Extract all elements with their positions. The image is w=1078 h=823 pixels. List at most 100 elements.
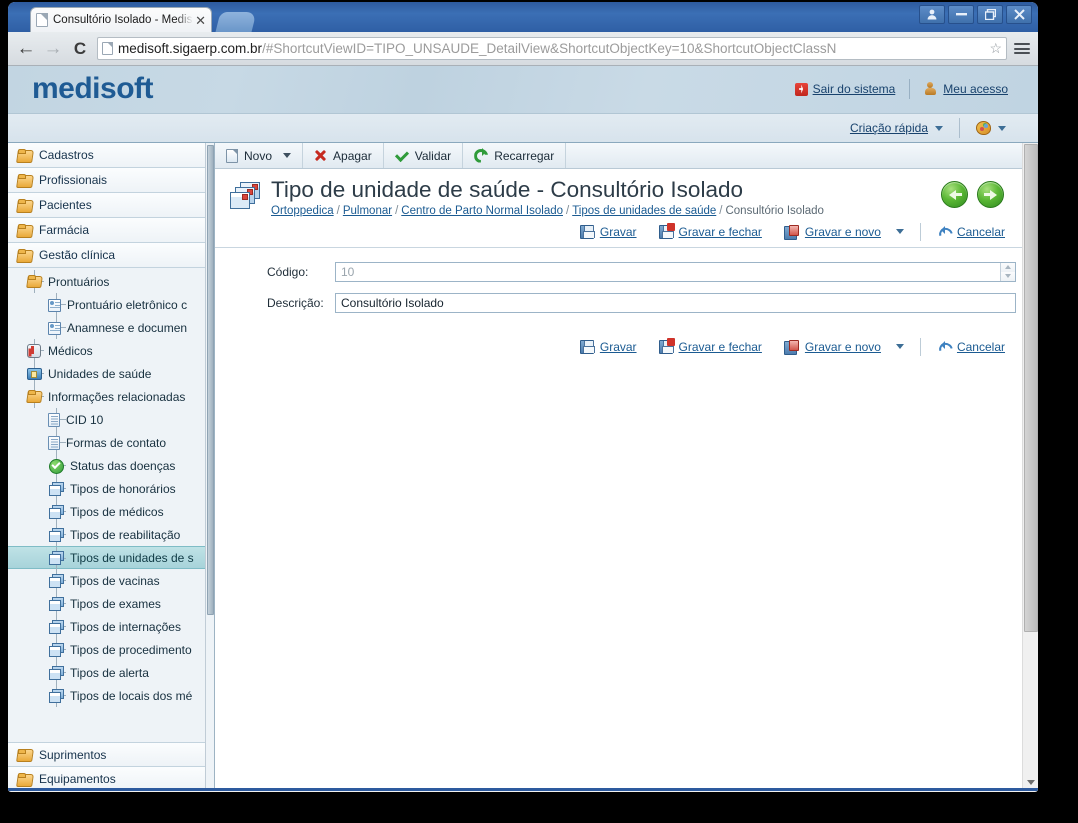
my-access-label: Meu acesso	[943, 82, 1008, 96]
stack-icon	[48, 642, 64, 657]
sidebar-tree-item[interactable]: Formas de contato	[8, 431, 214, 454]
minimize-icon[interactable]	[948, 5, 974, 24]
save-and-new-button-top[interactable]: Gravar e novo	[773, 224, 915, 240]
descricao-input[interactable]	[335, 292, 1016, 313]
tab-title: Consultório Isolado - Medisof	[53, 14, 194, 26]
reload-button[interactable]: Recarregar	[463, 143, 567, 168]
undo-icon-bottom	[937, 340, 951, 353]
sidebar-item-suprimentos[interactable]: Suprimentos	[8, 742, 205, 767]
save-and-new-button-bottom[interactable]: Gravar e novo	[773, 339, 915, 355]
delete-button[interactable]: Apagar	[303, 143, 384, 168]
cancel-button-top[interactable]: Cancelar	[926, 225, 1016, 239]
chrome-menu-icon[interactable]	[1014, 43, 1030, 54]
sidebar-tree-item[interactable]: Anamnese e documen	[8, 316, 214, 339]
restore-icon[interactable]	[977, 5, 1003, 24]
stepper-down-icon[interactable]	[1001, 271, 1015, 281]
sidebar-tree-item[interactable]: Tipos de locais dos mé	[8, 684, 214, 707]
sidebar-tree-item[interactable]: Tipos de procedimento	[8, 638, 214, 661]
chevron-down-icon-save-new[interactable]	[895, 229, 904, 235]
app-logo: medisoft	[32, 72, 154, 105]
sidebar-item-cadastros[interactable]: Cadastros	[8, 143, 214, 168]
sidebar-item-farmacia[interactable]: Farmácia	[8, 218, 214, 243]
bookmark-star-icon[interactable]: ☆	[985, 40, 1002, 57]
sidebar-label: Equipamentos	[39, 772, 116, 786]
folder-icon	[26, 274, 42, 289]
user-profile-icon[interactable]	[919, 5, 945, 24]
logout-link[interactable]: Sair do sistema	[781, 82, 910, 96]
reload-icon[interactable]: C	[70, 40, 90, 57]
next-record-button[interactable]	[977, 181, 1004, 208]
stepper-up-icon[interactable]	[1001, 262, 1015, 272]
card-icon	[48, 321, 61, 335]
sidebar-tree-item[interactable]: Tipos de vacinas	[8, 569, 214, 592]
codigo-stepper[interactable]	[1000, 262, 1015, 281]
sidebar-tree-item[interactable]: Tipos de reabilitação	[8, 523, 214, 546]
content-scrollbar-thumb[interactable]	[1024, 144, 1038, 632]
action-divider-top	[919, 222, 921, 241]
sidebar-tree-item-label: Informações relacionadas	[48, 389, 186, 404]
browser-back-button[interactable]: ←	[16, 39, 36, 58]
sidebar-tree-item-label: Tipos de unidades de s	[70, 550, 194, 565]
chevron-down-icon-save-new-bottom[interactable]	[895, 344, 904, 350]
sidebar-tree-item[interactable]: Tipos de honorários	[8, 477, 214, 500]
save-button-top[interactable]: Gravar	[569, 224, 648, 239]
sidebar-item-pacientes[interactable]: Pacientes	[8, 193, 214, 218]
sidebar-tree-item[interactable]: Status das doenças	[8, 454, 214, 477]
sidebar-tree-item[interactable]: Tipos de alerta	[8, 661, 214, 684]
sidebar-tree-item[interactable]: Informações relacionadas	[8, 385, 214, 408]
sidebar-tree-item[interactable]: Tipos de médicos	[8, 500, 214, 523]
sidebar-scrollbar-thumb[interactable]	[207, 145, 214, 615]
sidebar-tree-item[interactable]: CID 10	[8, 408, 214, 431]
sidebar-tree-item-label: Prontuário eletrônico c	[67, 297, 188, 312]
new-tab-button[interactable]	[215, 12, 257, 32]
breadcrumb-link[interactable]: Centro de Parto Normal Isolado	[401, 205, 563, 217]
close-badge-icon	[666, 222, 675, 231]
codigo-input[interactable]	[335, 261, 1016, 282]
breadcrumb-link[interactable]: Ortoppedica	[271, 205, 334, 217]
folder-icon	[17, 224, 32, 236]
save-and-close-button-top[interactable]: Gravar e fechar	[648, 222, 773, 239]
close-tab-icon[interactable]: ✕	[195, 14, 206, 27]
stack-icon	[48, 573, 64, 588]
chevron-down-icon-new[interactable]	[283, 153, 292, 158]
record-form: Código: Descrição:	[215, 248, 1038, 313]
content-scrollbar[interactable]	[1022, 143, 1038, 791]
sidebar-item-gestao-clinica[interactable]: Gestão clínica	[8, 243, 214, 268]
sidebar-tree-item[interactable]: Tipos de unidades de s	[8, 546, 214, 570]
save-button-bottom[interactable]: Gravar	[569, 339, 648, 354]
save-label-bottom: Gravar	[599, 339, 637, 354]
browser-forward-button[interactable]: →	[43, 39, 63, 58]
validate-button[interactable]: Validar	[384, 143, 464, 168]
quick-create-menu[interactable]: Criação rápida	[834, 121, 959, 135]
sidebar-tree-item[interactable]: Prontuário eletrônico c	[8, 293, 214, 316]
action-bar-top: Gravar Gravar e fechar Gravar e novo Can…	[215, 217, 1038, 248]
sidebar-tree-item-label: Tipos de internações	[70, 619, 181, 634]
sidebar-scrollbar[interactable]	[205, 143, 214, 791]
new-button[interactable]: Novo	[215, 143, 304, 168]
cancel-button-bottom[interactable]: Cancelar	[926, 340, 1016, 354]
address-bar[interactable]: medisoft.sigaerp.com.br /#ShortcutViewID…	[97, 37, 1007, 60]
previous-record-button[interactable]	[941, 181, 968, 208]
breadcrumb-separator: /	[566, 204, 570, 217]
save-and-close-button-bottom[interactable]: Gravar e fechar	[648, 337, 773, 354]
logout-label: Sair do sistema	[812, 82, 896, 96]
sidebar-tree-item-label: Tipos de médicos	[70, 504, 164, 519]
save-label: Gravar	[599, 224, 637, 239]
my-access-link[interactable]: Meu acesso	[910, 82, 1022, 96]
sidebar-tree-item[interactable]: Prontuários	[8, 270, 214, 293]
close-icon[interactable]	[1006, 5, 1032, 24]
browser-tab[interactable]: Consultório Isolado - Medisof ✕	[30, 7, 212, 32]
sidebar-tree-item[interactable]: Tipos de exames	[8, 592, 214, 615]
sidebar-tree: Prontuários Prontuário eletrônico c Anamne…	[8, 268, 214, 707]
sidebar-tree-item[interactable]: Médicos	[8, 339, 214, 362]
theme-menu[interactable]	[960, 121, 1022, 135]
sidebar-item-profissionais[interactable]: Profissionais	[8, 168, 214, 193]
close-badge-icon-bottom	[666, 337, 675, 346]
save-and-new-label-bottom: Gravar e novo	[804, 339, 881, 354]
user-icon	[924, 82, 938, 96]
breadcrumb-link[interactable]: Pulmonar	[343, 205, 392, 217]
card-icon	[48, 298, 61, 312]
breadcrumb-link[interactable]: Tipos de unidades de saúde	[572, 205, 716, 217]
sidebar-tree-item[interactable]: Tipos de internações	[8, 615, 214, 638]
sidebar-tree-item[interactable]: Unidades de saúde	[8, 362, 214, 385]
